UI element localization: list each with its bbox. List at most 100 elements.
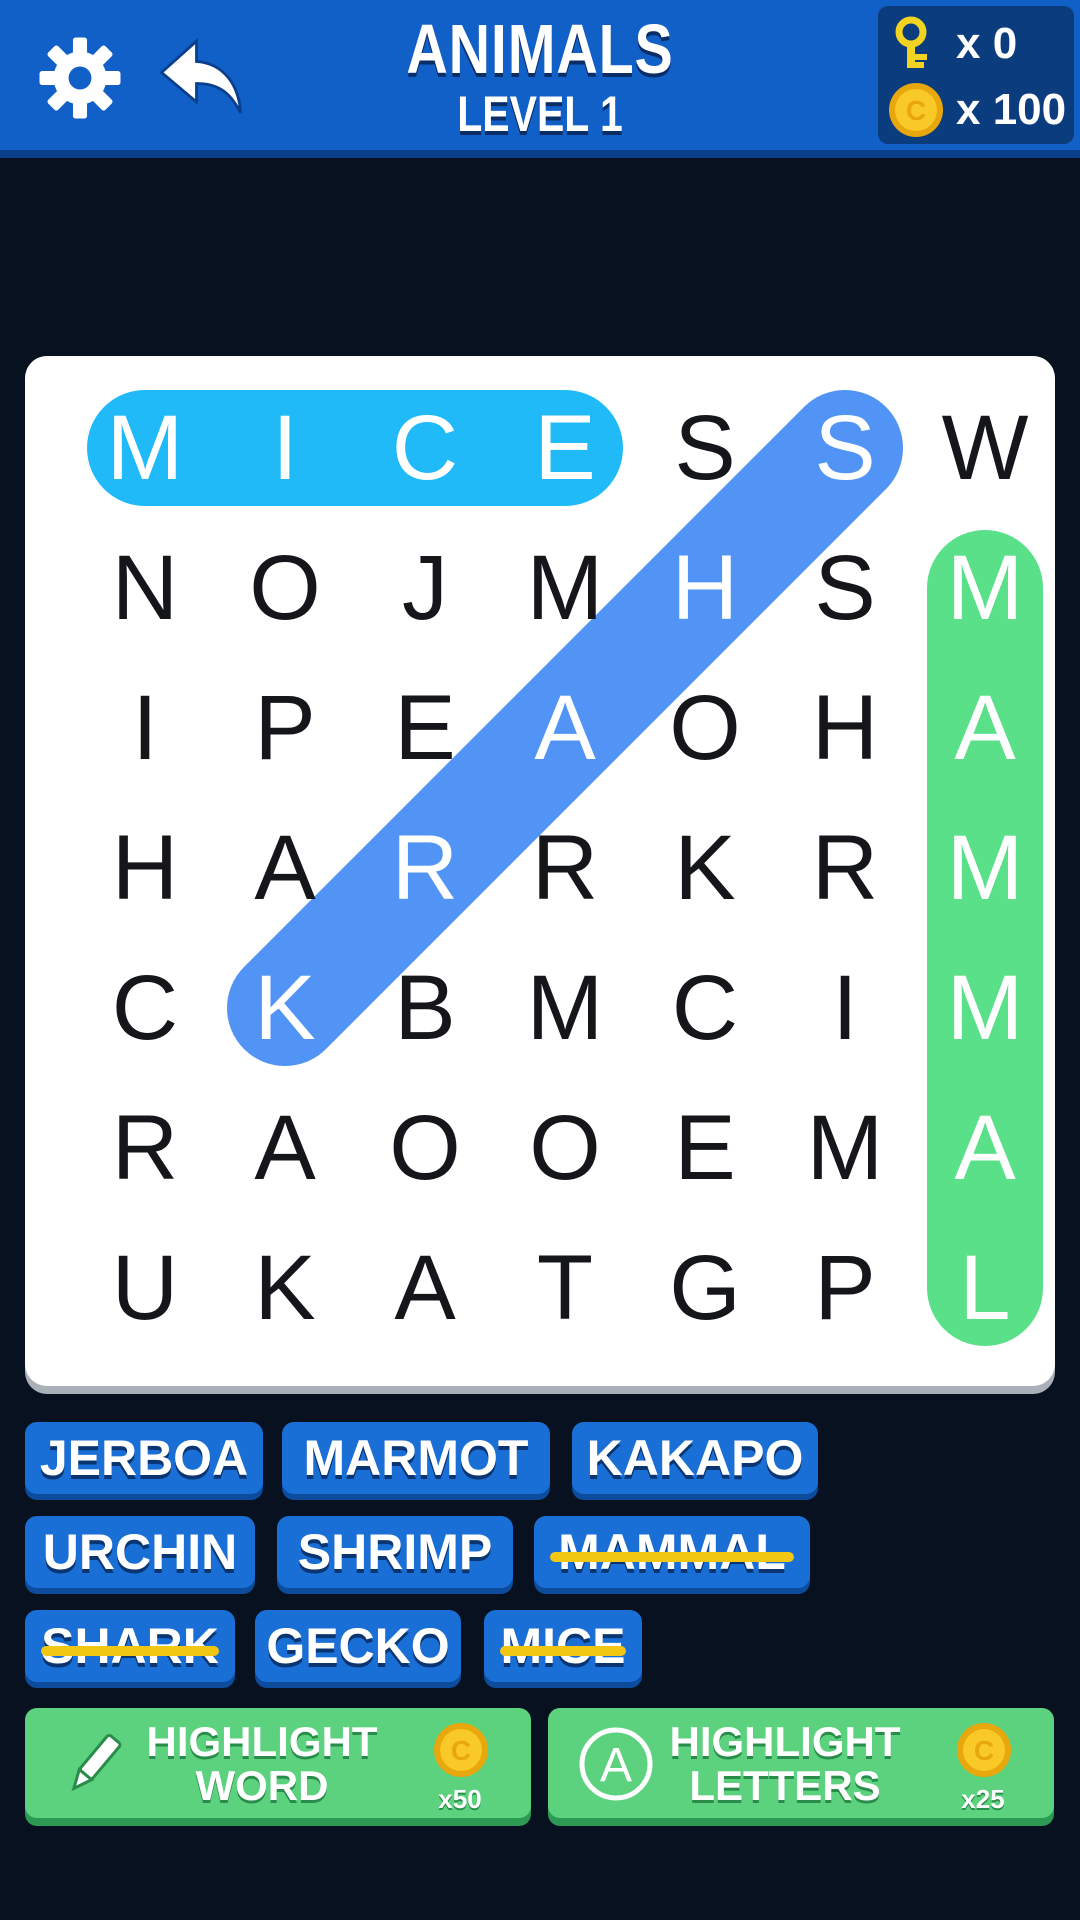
keys-counter: x 0 bbox=[888, 14, 1074, 74]
grid-cell[interactable]: W bbox=[915, 378, 1055, 518]
highlight-letters-label: HIGHLIGHT LETTERS bbox=[660, 1720, 910, 1808]
grid-cell[interactable]: K bbox=[215, 1218, 355, 1358]
grid-cell[interactable]: O bbox=[215, 518, 355, 658]
word-chip-urchin: URCHIN bbox=[25, 1516, 255, 1588]
grid-cell[interactable]: A bbox=[915, 1078, 1055, 1218]
svg-text:A: A bbox=[600, 1739, 632, 1792]
word-chip-mice: MICE bbox=[484, 1610, 642, 1682]
grid-cell[interactable]: M bbox=[495, 938, 635, 1078]
strikethrough-line bbox=[41, 1646, 219, 1656]
grid-cell[interactable]: H bbox=[635, 518, 775, 658]
grid-cell[interactable]: L bbox=[915, 1218, 1055, 1358]
grid-cell[interactable]: I bbox=[75, 658, 215, 798]
word-chip-jerboa: JERBOA bbox=[25, 1422, 263, 1494]
grid-cell[interactable]: N bbox=[75, 518, 215, 658]
letter-a-icon: A bbox=[572, 1720, 660, 1808]
key-icon bbox=[888, 16, 944, 72]
grid-cell[interactable]: O bbox=[355, 1078, 495, 1218]
word-chip-shrimp: SHRIMP bbox=[277, 1516, 513, 1588]
top-bar: ANIMALS LEVEL 1 x 0 C x 100 bbox=[0, 0, 1080, 158]
grid-cell[interactable]: B bbox=[355, 938, 495, 1078]
grid-cell[interactable]: G bbox=[635, 1218, 775, 1358]
word-label: KAKAPO bbox=[586, 1430, 804, 1486]
settings-button[interactable] bbox=[30, 28, 130, 128]
grid-cell[interactable]: M bbox=[915, 798, 1055, 938]
word-label: JERBOA bbox=[39, 1430, 249, 1486]
highlight-letters-button[interactable]: A HIGHLIGHT LETTERS C x25 bbox=[548, 1708, 1054, 1818]
grid-cell[interactable]: P bbox=[775, 1218, 915, 1358]
back-button[interactable] bbox=[152, 28, 252, 128]
keys-count: x 0 bbox=[956, 19, 1018, 68]
grid-cell[interactable]: M bbox=[915, 518, 1055, 658]
grid-cell[interactable]: S bbox=[775, 518, 915, 658]
word-chip-shark: SHARK bbox=[25, 1610, 235, 1682]
grid-cell[interactable]: I bbox=[215, 378, 355, 518]
word-label: URCHIN bbox=[42, 1524, 238, 1580]
svg-text:C: C bbox=[906, 95, 926, 126]
grid-cell[interactable]: A bbox=[495, 658, 635, 798]
strikethrough-line bbox=[550, 1552, 794, 1562]
grid-cell[interactable]: C bbox=[75, 938, 215, 1078]
grid-cell[interactable]: A bbox=[215, 798, 355, 938]
grid-cell[interactable]: A bbox=[215, 1078, 355, 1218]
coin-icon: C bbox=[957, 1723, 1011, 1777]
grid-cell[interactable]: M bbox=[495, 518, 635, 658]
grid-cell[interactable]: T bbox=[495, 1218, 635, 1358]
level-label: LEVEL 1 bbox=[457, 86, 623, 142]
grid-cell[interactable]: R bbox=[495, 798, 635, 938]
pencil-icon bbox=[49, 1720, 137, 1808]
grid-cell[interactable]: K bbox=[635, 798, 775, 938]
word-label: MARMOT bbox=[303, 1430, 529, 1486]
currency-panel: x 0 C x 100 bbox=[878, 6, 1074, 144]
grid-cell[interactable]: S bbox=[635, 378, 775, 518]
highlight-letters-cost: x25 bbox=[961, 1784, 1005, 1814]
word-chip-marmot: MARMOT bbox=[282, 1422, 550, 1494]
grid-cell[interactable]: H bbox=[775, 658, 915, 798]
highlight-letters-line2: LETTERS bbox=[689, 1762, 881, 1809]
coins-counter: C x 100 bbox=[888, 80, 1074, 140]
grid-cell[interactable]: O bbox=[635, 658, 775, 798]
word-chip-mammal: MAMMAL bbox=[534, 1516, 810, 1588]
strikethrough-line bbox=[500, 1646, 626, 1656]
grid-cell[interactable]: U bbox=[75, 1218, 215, 1358]
word-search-board[interactable]: MICESSWNOJMHSMIPEAOHAHARRKRMCKBMCIMRAOOE… bbox=[25, 356, 1055, 1386]
grid-cell[interactable]: M bbox=[775, 1078, 915, 1218]
highlight-letters-line1: HIGHLIGHT bbox=[669, 1718, 901, 1765]
back-arrow-icon bbox=[159, 38, 243, 114]
coin-icon: C bbox=[434, 1723, 488, 1777]
svg-text:C: C bbox=[451, 1735, 471, 1766]
gear-icon bbox=[39, 37, 121, 119]
svg-text:C: C bbox=[974, 1735, 994, 1766]
highlight-word-button[interactable]: HIGHLIGHT WORD C x50 bbox=[25, 1708, 531, 1818]
grid-cell[interactable]: J bbox=[355, 518, 495, 658]
highlight-word-line1: HIGHLIGHT bbox=[146, 1718, 378, 1765]
word-label: GECKO bbox=[266, 1618, 450, 1674]
coins-count: x 100 bbox=[956, 85, 1067, 134]
word-label: SHRIMP bbox=[297, 1524, 493, 1580]
grid-cell[interactable]: C bbox=[355, 378, 495, 518]
grid-cell[interactable]: K bbox=[215, 938, 355, 1078]
grid-cell[interactable]: P bbox=[215, 658, 355, 798]
grid-cell[interactable]: R bbox=[355, 798, 495, 938]
highlight-word-cost: x50 bbox=[438, 1784, 482, 1814]
grid-cell[interactable]: E bbox=[495, 378, 635, 518]
word-chip-kakapo: KAKAPO bbox=[572, 1422, 818, 1494]
category-title: ANIMALS bbox=[406, 10, 674, 88]
highlight-word-line2: WORD bbox=[195, 1762, 329, 1809]
grid-cell[interactable]: C bbox=[635, 938, 775, 1078]
grid-cell[interactable]: R bbox=[75, 1078, 215, 1218]
grid-cell[interactable]: E bbox=[355, 658, 495, 798]
grid-cell[interactable]: S bbox=[775, 378, 915, 518]
grid-cell[interactable]: H bbox=[75, 798, 215, 938]
grid-cell[interactable]: M bbox=[915, 938, 1055, 1078]
grid-cell[interactable]: E bbox=[635, 1078, 775, 1218]
grid-cell[interactable]: I bbox=[775, 938, 915, 1078]
grid-cell[interactable]: R bbox=[775, 798, 915, 938]
grid-cell[interactable]: A bbox=[355, 1218, 495, 1358]
highlight-word-label: HIGHLIGHT WORD bbox=[137, 1720, 387, 1808]
coin-icon: C bbox=[888, 82, 944, 138]
grid-cell[interactable]: O bbox=[495, 1078, 635, 1218]
grid-cell[interactable]: A bbox=[915, 658, 1055, 798]
grid-cell[interactable]: M bbox=[75, 378, 215, 518]
letter-grid[interactable]: MICESSWNOJMHSMIPEAOHAHARRKRMCKBMCIMRAOOE… bbox=[75, 378, 1055, 1358]
